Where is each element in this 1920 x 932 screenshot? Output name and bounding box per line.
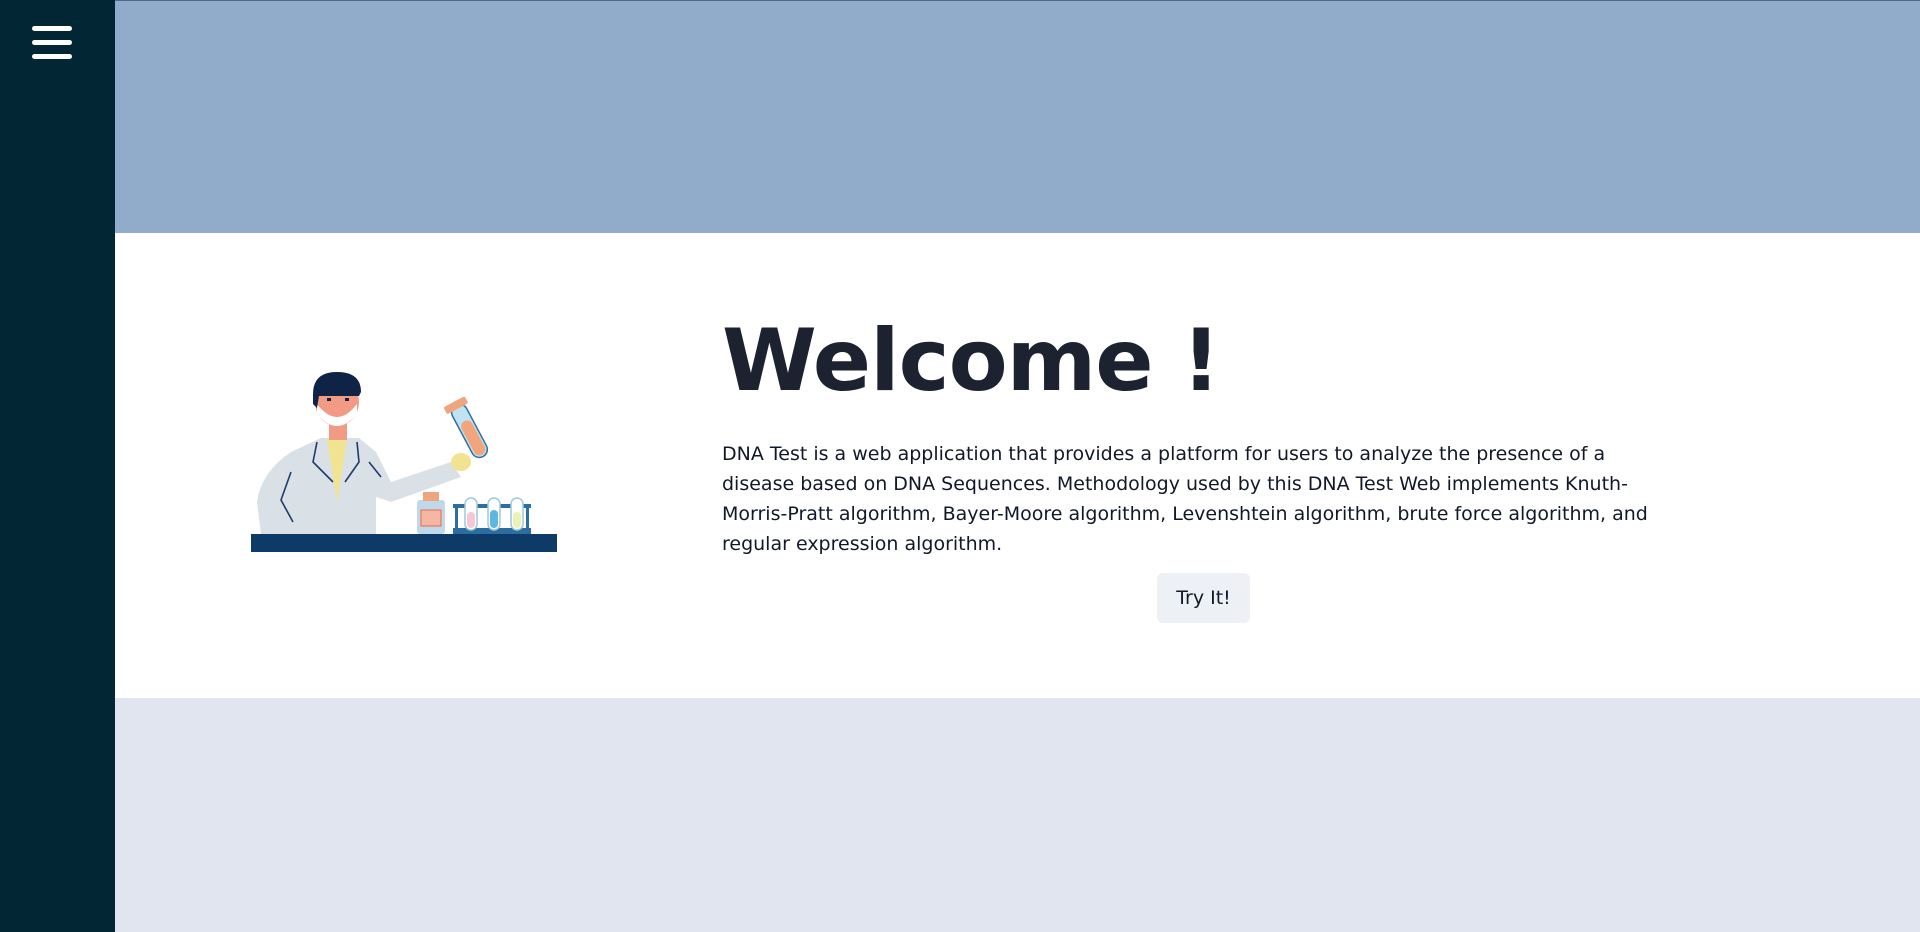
hero-description: DNA Test is a web application that provi… <box>722 443 1648 555</box>
menu-button[interactable] <box>28 22 76 64</box>
header-band <box>115 0 1920 233</box>
scientist-illustration <box>251 352 557 552</box>
page-title: Welcome ! <box>722 311 1221 411</box>
sidebar <box>0 0 115 932</box>
try-it-button[interactable]: Try It! <box>1157 573 1250 623</box>
footer-band <box>115 698 1920 932</box>
app-root: Welcome ! DNA Test is a web application … <box>0 0 1920 932</box>
hamburger-menu-icon <box>32 26 72 59</box>
hero-content: Welcome ! DNA Test is a web application … <box>722 311 1722 559</box>
hero-section: Welcome ! DNA Test is a web application … <box>115 233 1920 698</box>
